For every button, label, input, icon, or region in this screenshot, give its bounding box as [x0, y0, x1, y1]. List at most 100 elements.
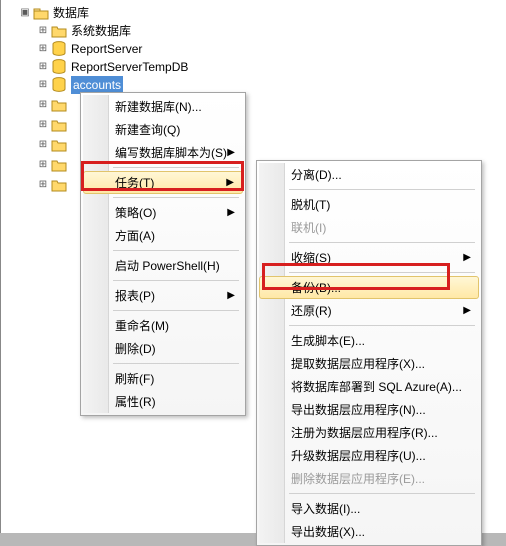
menu-item-upgrade-dtier[interactable]: 升级数据层应用程序(U)...: [259, 444, 479, 467]
menu-item-label: 分离(D)...: [291, 166, 342, 183]
menu-separator: [289, 325, 475, 326]
submenu-arrow-icon: ▶: [463, 305, 471, 316]
menu-item-label: 脱机(T): [291, 196, 330, 213]
menu-item-import-data[interactable]: 导入数据(I)...: [259, 497, 479, 520]
database-icon: [51, 41, 67, 57]
menu-item-label: 生成脚本(E)...: [291, 332, 365, 349]
expand-icon[interactable]: ⊞: [37, 99, 49, 111]
menu-item-delete-dtier: 删除数据层应用程序(E)...: [259, 467, 479, 490]
tree-node-selected-db[interactable]: ⊞ accounts: [1, 76, 506, 94]
menu-item-label: 删除数据层应用程序(E)...: [291, 470, 425, 487]
expand-icon[interactable]: ⊞: [37, 25, 49, 37]
menu-separator: [289, 189, 475, 190]
folder-icon: [51, 157, 67, 173]
menu-item-label: 收缩(S): [291, 249, 331, 266]
menu-item-label: 策略(O): [115, 204, 156, 221]
tree-node-databases[interactable]: ▣ 数据库: [1, 4, 506, 22]
collapse-icon[interactable]: ▣: [19, 7, 31, 19]
submenu-arrow-icon: ▶: [227, 290, 235, 301]
menu-separator: [113, 167, 239, 168]
menu-item-facets[interactable]: 方面(A): [83, 224, 243, 247]
menu-separator: [113, 363, 239, 364]
context-menu-database: 新建数据库(N)... 新建查询(Q) 编写数据库脚本为(S)▶ 任务(T)▶ …: [80, 92, 246, 416]
menu-separator: [113, 197, 239, 198]
tree-node-collapsed[interactable]: ⊞: [1, 116, 506, 134]
menu-separator: [113, 250, 239, 251]
database-icon: [51, 59, 67, 75]
expand-icon[interactable]: ⊞: [37, 79, 49, 91]
menu-item-script-as[interactable]: 编写数据库脚本为(S)▶: [83, 141, 243, 164]
menu-item-label: 报表(P): [115, 287, 155, 304]
tree-label: ReportServerTempDB: [71, 58, 188, 76]
menu-item-powershell[interactable]: 启动 PowerShell(H): [83, 254, 243, 277]
folder-icon: [51, 137, 67, 153]
tree-node-collapsed[interactable]: ⊞: [1, 96, 506, 114]
menu-item-label: 备份(B)...: [291, 279, 341, 296]
menu-item-rename[interactable]: 重命名(M): [83, 314, 243, 337]
submenu-arrow-icon: ▶: [227, 207, 235, 218]
menu-separator: [289, 493, 475, 494]
menu-item-label: 新建查询(Q): [115, 121, 180, 138]
menu-item-label: 还原(R): [291, 302, 332, 319]
menu-item-label: 导出数据层应用程序(N)...: [291, 401, 426, 418]
tree-label: ReportServer: [71, 40, 142, 58]
menu-item-extract-dtier[interactable]: 提取数据层应用程序(X)...: [259, 352, 479, 375]
menu-item-deploy-azure[interactable]: 将数据库部署到 SQL Azure(A)...: [259, 375, 479, 398]
menu-item-take-offline[interactable]: 脱机(T): [259, 193, 479, 216]
menu-separator: [289, 272, 475, 273]
context-menu-tasks: 分离(D)... 脱机(T) 联机(I) 收缩(S) ▶ 备份(B)... 还原(…: [256, 160, 482, 546]
folder-icon: [51, 97, 67, 113]
folder-icon: [51, 117, 67, 133]
menu-item-refresh[interactable]: 刷新(F): [83, 367, 243, 390]
menu-item-register-dtier[interactable]: 注册为数据层应用程序(R)...: [259, 421, 479, 444]
menu-item-export-data[interactable]: 导出数据(X)...: [259, 520, 479, 543]
menu-item-label: 属性(R): [115, 393, 156, 410]
menu-item-label: 导入数据(I)...: [291, 500, 360, 517]
expand-icon[interactable]: ⊞: [37, 179, 49, 191]
menu-item-label: 重命名(M): [115, 317, 169, 334]
tree-node-reportserver[interactable]: ⊞ ReportServer: [1, 40, 506, 58]
tree-node-reportservertempdb[interactable]: ⊞ ReportServerTempDB: [1, 58, 506, 76]
menu-item-label: 启动 PowerShell(H): [115, 257, 220, 274]
folder-icon: [33, 5, 49, 21]
tree-label: 数据库: [53, 4, 89, 22]
expand-icon[interactable]: ⊞: [37, 119, 49, 131]
expand-icon[interactable]: ⊞: [37, 61, 49, 73]
menu-item-label: 刷新(F): [115, 370, 154, 387]
tree-label: 系统数据库: [71, 22, 131, 40]
menu-item-label: 导出数据(X)...: [291, 523, 365, 540]
menu-item-label: 将数据库部署到 SQL Azure(A)...: [291, 378, 462, 395]
tree-node-system-databases[interactable]: ⊞ 系统数据库: [1, 22, 506, 40]
menu-item-label: 联机(I): [291, 219, 326, 236]
menu-item-delete[interactable]: 删除(D): [83, 337, 243, 360]
menu-item-shrink[interactable]: 收缩(S) ▶: [259, 246, 479, 269]
expand-icon[interactable]: ⊞: [37, 159, 49, 171]
menu-item-label: 编写数据库脚本为(S): [115, 144, 227, 161]
menu-item-properties[interactable]: 属性(R): [83, 390, 243, 413]
submenu-arrow-icon: ▶: [226, 177, 234, 188]
menu-item-bring-online: 联机(I): [259, 216, 479, 239]
folder-icon: [51, 177, 67, 193]
menu-separator: [289, 242, 475, 243]
menu-item-label: 方面(A): [115, 227, 155, 244]
menu-item-generate-scripts[interactable]: 生成脚本(E)...: [259, 329, 479, 352]
database-icon: [51, 77, 67, 93]
menu-item-label: 新建数据库(N)...: [115, 98, 202, 115]
submenu-arrow-icon: ▶: [227, 147, 235, 158]
menu-item-label: 任务(T): [115, 174, 154, 191]
menu-item-export-dtier[interactable]: 导出数据层应用程序(N)...: [259, 398, 479, 421]
submenu-arrow-icon: ▶: [463, 252, 471, 263]
menu-item-policies[interactable]: 策略(O) ▶: [83, 201, 243, 224]
menu-item-tasks[interactable]: 任务(T) ▶: [83, 171, 243, 194]
menu-item-new-database[interactable]: 新建数据库(N)...: [83, 95, 243, 118]
tree-node-collapsed[interactable]: ⊞: [1, 136, 506, 154]
menu-item-label: 提取数据层应用程序(X)...: [291, 355, 425, 372]
menu-item-label: 升级数据层应用程序(U)...: [291, 447, 426, 464]
expand-icon[interactable]: ⊞: [37, 43, 49, 55]
menu-item-backup[interactable]: 备份(B)...: [259, 276, 479, 299]
menu-item-reports[interactable]: 报表(P) ▶: [83, 284, 243, 307]
menu-item-new-query[interactable]: 新建查询(Q): [83, 118, 243, 141]
menu-item-restore[interactable]: 还原(R) ▶: [259, 299, 479, 322]
menu-item-detach[interactable]: 分离(D)...: [259, 163, 479, 186]
expand-icon[interactable]: ⊞: [37, 139, 49, 151]
